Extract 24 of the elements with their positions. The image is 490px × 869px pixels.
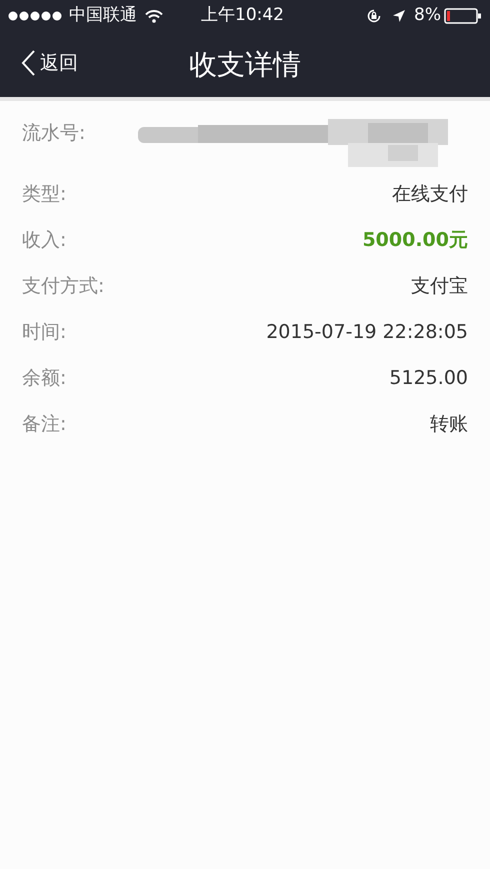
location-arrow-icon: [392, 9, 406, 23]
field-value: 转账: [430, 412, 468, 437]
field-label: 流水号:: [22, 121, 86, 146]
chevron-left-icon: [20, 49, 36, 78]
signal-icon: [8, 11, 64, 21]
back-button[interactable]: 返回: [20, 49, 78, 78]
rotation-lock-icon: [366, 8, 382, 24]
field-label: 支付方式:: [22, 274, 104, 299]
battery-icon: [444, 8, 482, 24]
field-value: 在线支付: [392, 182, 468, 207]
field-value: 5125.00: [389, 366, 468, 391]
field-value: 5000.00元: [362, 228, 468, 253]
field-value: 支付宝: [411, 274, 468, 299]
field-label: 余额:: [22, 366, 66, 391]
field-label: 时间:: [22, 320, 66, 345]
field-label: 备注:: [22, 412, 66, 437]
carrier-name: 中国联通: [69, 4, 137, 28]
field-label: 类型:: [22, 182, 66, 207]
clock-time: 上午10:42: [201, 4, 284, 28]
page-title: 收支详情: [189, 46, 301, 82]
wifi-icon: [145, 10, 163, 22]
battery-percent: 8%: [414, 4, 441, 28]
field-value: 2015-07-19 22:28:05: [266, 320, 468, 345]
field-label: 收入:: [22, 228, 66, 253]
